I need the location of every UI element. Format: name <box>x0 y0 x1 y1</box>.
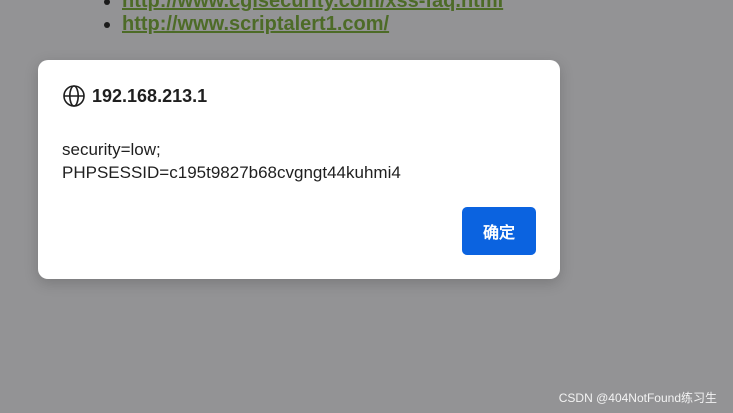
dialog-message: security=low; PHPSESSID=c195t9827b68cvgn… <box>62 138 532 184</box>
list-item: http://www.cgisecurity.com/xss-faq.html <box>122 0 503 13</box>
watermark: CSDN @404NotFound练习生 <box>558 391 717 405</box>
link-scriptalert1[interactable]: http://www.scriptalert1.com/ <box>122 13 389 35</box>
message-line: security=low; <box>62 140 161 159</box>
message-line: PHPSESSID=c195t9827b68cvgngt44kuhmi4 <box>62 163 401 182</box>
ok-button[interactable]: 确定 <box>462 207 536 255</box>
dialog-origin: 192.168.213.1 <box>92 85 208 106</box>
link-list: http://www.cgisecurity.com/xss-faq.html … <box>0 0 503 36</box>
alert-dialog: 192.168.213.1 security=low; PHPSESSID=c1… <box>38 60 560 279</box>
dialog-header: 192.168.213.1 <box>62 84 207 108</box>
link-cgisecurity-xss-faq[interactable]: http://www.cgisecurity.com/xss-faq.html <box>122 0 503 12</box>
globe-icon <box>62 84 86 108</box>
list-item: http://www.scriptalert1.com/ <box>122 13 503 36</box>
